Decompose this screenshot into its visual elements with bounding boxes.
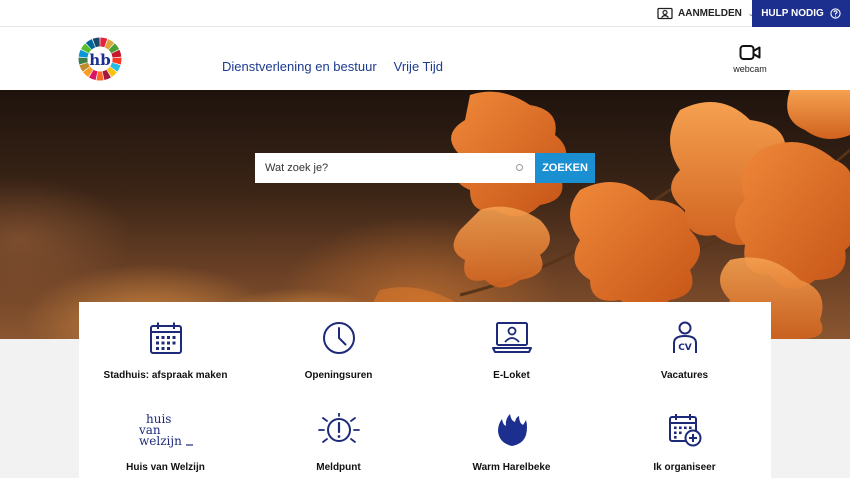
calendar-add-icon xyxy=(668,414,701,447)
laptop-user-icon xyxy=(491,322,532,353)
login-label: AANMELDEN xyxy=(678,8,742,19)
id-card-icon xyxy=(657,7,673,20)
clear-search-icon[interactable] xyxy=(516,164,523,171)
clock-icon xyxy=(322,322,355,354)
quick-link-label: Stadhuis: afspraak maken xyxy=(103,370,228,381)
sdg-wheel-logo-icon: hb xyxy=(78,37,122,81)
nav-item-vrije-tijd[interactable]: Vrije Tijd xyxy=(394,59,443,74)
quick-link-label: E-Loket xyxy=(493,370,530,381)
quick-link-label: Ik organiseer xyxy=(653,462,716,473)
video-camera-icon xyxy=(739,45,761,60)
alert-icon xyxy=(317,413,360,443)
quick-link-ik-organiseer[interactable]: Ik organiseer xyxy=(598,394,771,474)
search-bar: ZOEKEN xyxy=(255,153,595,183)
login-button[interactable]: AANMELDEN ⌄ xyxy=(657,0,755,27)
quick-link-huis-van-welzijn[interactable]: huis van welzijn Huis van Welzijn xyxy=(79,394,252,474)
main-nav: Dienstverlening en bestuur Vrije Tijd xyxy=(222,59,443,74)
webcam-label: webcam xyxy=(733,64,767,74)
quick-link-label: Vacatures xyxy=(660,370,709,381)
cv-person-icon: CV xyxy=(672,321,697,353)
quick-link-e-loket[interactable]: E-Loket xyxy=(425,302,598,382)
huis-van-welzijn-logo: huis van welzijn xyxy=(138,412,193,448)
quick-link-openingsuren[interactable]: Openingsuren xyxy=(252,302,425,382)
quick-link-label: Meldpunt xyxy=(316,462,361,473)
help-label: HULP NODIG xyxy=(761,8,824,19)
search-input[interactable] xyxy=(255,153,535,183)
nav-item-dienstverlening[interactable]: Dienstverlening en bestuur xyxy=(222,59,377,74)
quick-links-panel: Stadhuis: afspraak maken Openingsuren E-… xyxy=(79,302,771,478)
quick-link-vacatures[interactable]: CV Vacatures xyxy=(598,302,771,382)
flame-icon xyxy=(497,414,527,446)
question-circle-icon xyxy=(830,8,841,19)
help-button[interactable]: HULP NODIG xyxy=(752,0,850,27)
quick-link-meldpunt[interactable]: Meldpunt xyxy=(252,394,425,474)
top-bar: AANMELDEN ⌄ HULP NODIG xyxy=(0,0,850,27)
search-button[interactable]: ZOEKEN xyxy=(535,153,595,183)
quick-link-label: Warm Harelbeke xyxy=(472,462,551,473)
site-header: hb Dienstverlening en bestuur Vrije Tijd… xyxy=(0,27,850,90)
quick-link-label: Huis van Welzijn xyxy=(126,462,205,473)
quick-link-warm-harelbeke[interactable]: Warm Harelbeke xyxy=(425,394,598,474)
quick-link-afspraak[interactable]: Stadhuis: afspraak maken xyxy=(79,302,252,382)
calendar-icon xyxy=(149,322,182,354)
svg-text:hb: hb xyxy=(89,51,110,69)
site-logo[interactable]: hb xyxy=(78,37,122,81)
quick-link-label: Openingsuren xyxy=(304,370,373,381)
webcam-link[interactable]: webcam xyxy=(726,44,774,74)
svg-text:CV: CV xyxy=(678,343,692,353)
svg-text:welzijn: welzijn xyxy=(139,434,182,448)
